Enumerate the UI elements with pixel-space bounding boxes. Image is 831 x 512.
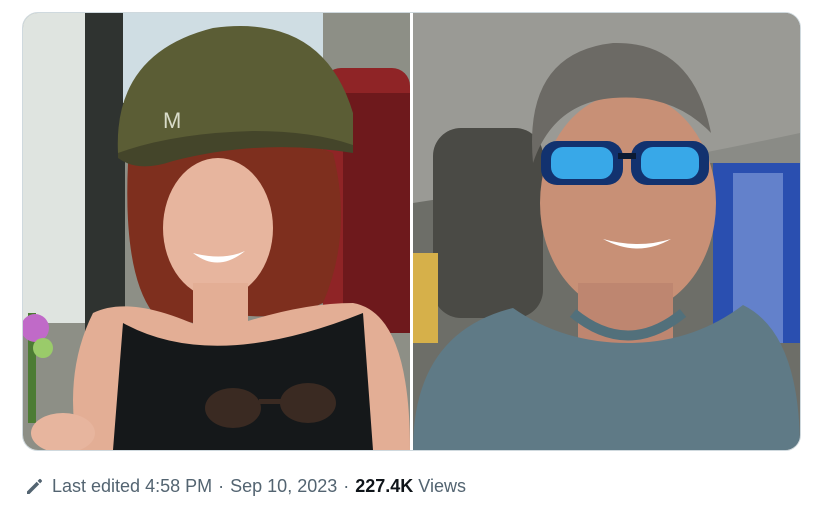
tweet-media-grid: M bbox=[22, 12, 801, 451]
views-label: Views bbox=[418, 476, 466, 496]
tweet-metadata: Last edited 4:58 PM · Sep 10, 2023 · 227… bbox=[24, 474, 466, 498]
separator: · bbox=[343, 476, 350, 496]
post-date[interactable]: Sep 10, 2023 bbox=[230, 474, 337, 498]
separator: · bbox=[218, 476, 225, 496]
views-count: 227.4K bbox=[355, 476, 414, 496]
photo-man-sunglasses-image bbox=[413, 13, 800, 450]
last-edited-link[interactable]: Last edited 4:58 PM bbox=[52, 474, 212, 498]
edited-label: Last edited bbox=[52, 476, 141, 496]
media-photo-right[interactable] bbox=[413, 13, 800, 450]
photo-woman-helmet-image: M bbox=[23, 13, 410, 450]
media-photo-left[interactable]: M bbox=[23, 13, 410, 450]
pencil-icon[interactable] bbox=[24, 476, 44, 496]
post-time: 4:58 PM bbox=[145, 476, 213, 496]
svg-text:M: M bbox=[163, 108, 181, 133]
